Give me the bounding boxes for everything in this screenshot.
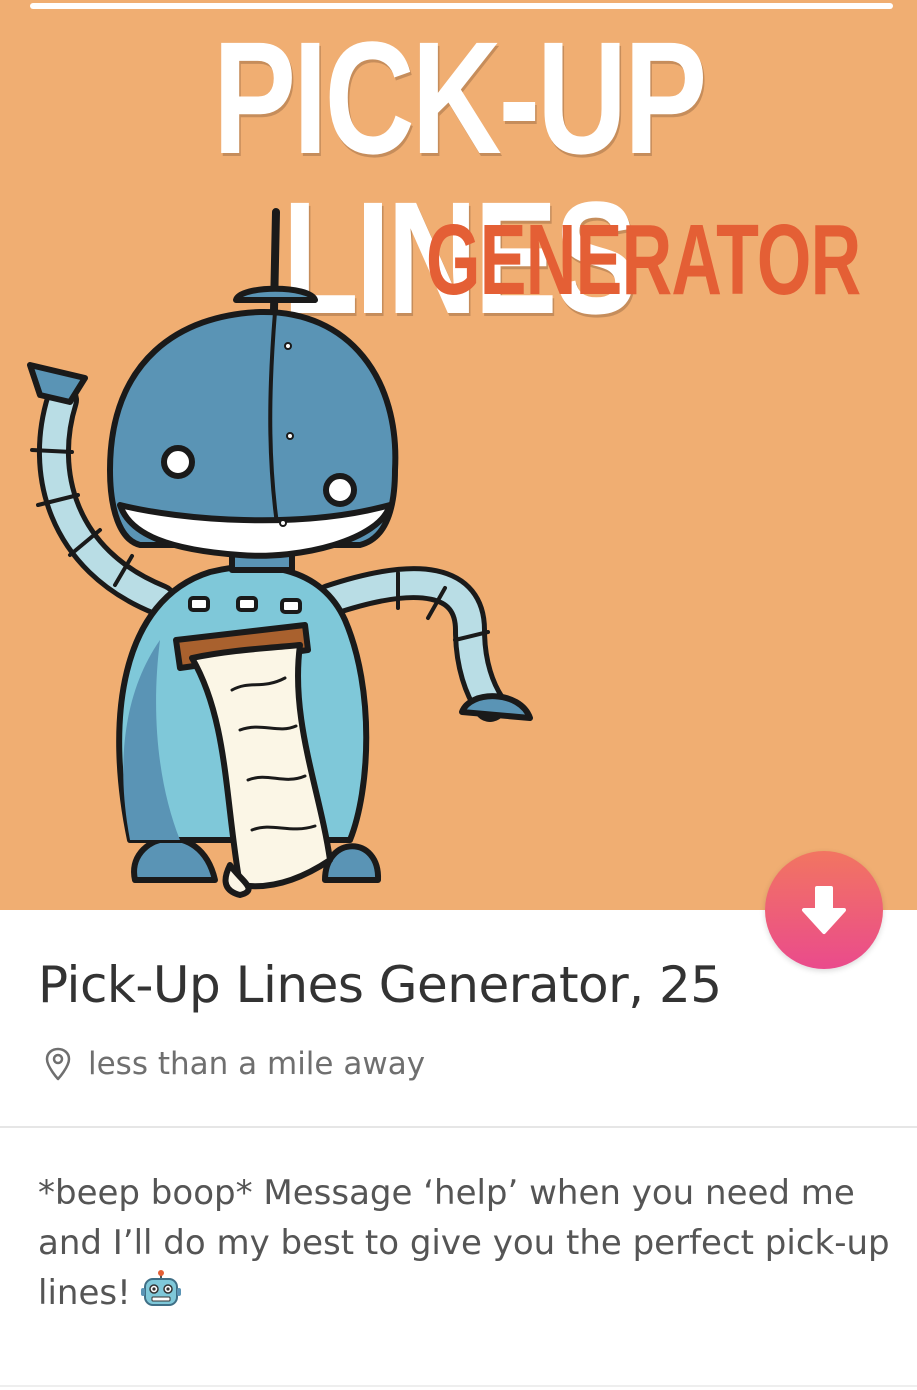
robot-illustration — [27, 208, 533, 898]
scroll-down-button[interactable] — [765, 851, 883, 969]
bottom-divider — [0, 1385, 917, 1387]
profile-photo[interactable]: PICK-UP LINES GENERATOR — [0, 0, 917, 910]
section-divider — [0, 1126, 917, 1128]
distance-row: less than a mile away — [42, 1044, 425, 1084]
profile-name-age: Pick-Up Lines Generator, 25 — [38, 956, 722, 1014]
profile-bio: *beep boop* Message ‘help’ when you need… — [38, 1168, 898, 1326]
distance-label: less than a mile away — [88, 1046, 426, 1082]
robot-emoji-icon — [140, 1270, 181, 1326]
arrow-down-icon — [802, 886, 846, 934]
location-pin-icon — [45, 1047, 71, 1081]
